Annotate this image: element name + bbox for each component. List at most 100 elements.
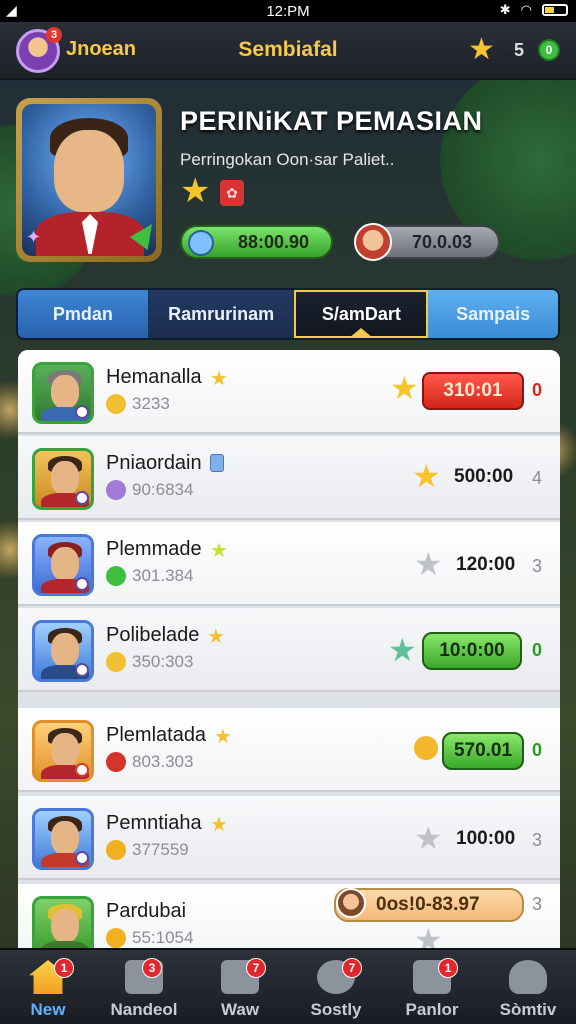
leaderboard-row[interactable]: Polibelade ★ 350:303 ★ 10:0:00 0 xyxy=(18,608,560,692)
shield-badge-icon: ✿ xyxy=(220,180,244,206)
avatar xyxy=(32,720,94,782)
rival-avatar xyxy=(336,888,366,918)
player-subscore: 803.303 xyxy=(132,752,194,771)
coin-icon[interactable]: 0 xyxy=(538,39,560,61)
signal-icon: ◢ xyxy=(6,2,17,18)
player-name: Hemanalla xyxy=(106,366,202,388)
rank-value: 3 xyxy=(532,894,543,914)
player-subscore: 301.384 xyxy=(132,566,194,585)
nav-label: Nandeol xyxy=(110,1000,178,1019)
leaderboard-row[interactable]: Hemanalla ★ 3233 ★ 310:01 0 xyxy=(18,350,560,434)
nav-badge: 1 xyxy=(438,958,458,978)
leaderboard-row[interactable]: Plemlatada ★ 803.303 570.01 0 xyxy=(18,708,560,792)
tab-ramrurinam[interactable]: Ramrurinam xyxy=(149,290,295,338)
tab-sampais[interactable]: Sampais xyxy=(428,290,558,338)
rank-value: 0 xyxy=(532,740,543,760)
rival-avatar xyxy=(354,223,392,261)
player-name: Pniaordain xyxy=(106,452,202,474)
wifi-icon: ◠ xyxy=(520,2,532,17)
player-name: Plemlatada xyxy=(106,724,207,746)
rank-value: 0 xyxy=(532,380,543,400)
player-name: Polibelade xyxy=(106,624,200,646)
player-name: Pemntiaha xyxy=(106,812,202,834)
nav-label: New xyxy=(30,1000,66,1019)
player-subscore: 350:303 xyxy=(132,652,194,671)
player-subscore: 55:1054 xyxy=(132,928,194,947)
leaderboard-row[interactable]: Pemntiaha ★ 377559 ★ 100:00 3 xyxy=(18,796,560,880)
score-value: 500:00 xyxy=(454,466,514,487)
avatar xyxy=(32,534,94,596)
nav-nandeol[interactable]: 3 Nandeol xyxy=(96,950,192,1024)
nav-label: Sòmtiv xyxy=(499,1000,557,1019)
shield-icon xyxy=(106,566,126,586)
star-icon: ★ xyxy=(388,632,417,668)
battery-icon xyxy=(542,4,568,16)
tab-bar: Pmdan Ramrurinam S/amDart Sampais xyxy=(16,288,560,340)
leaderboard-row[interactable]: Pniaordain 90:6834 ★ 500:00 4 xyxy=(18,436,560,520)
nav-badge: 7 xyxy=(342,958,362,978)
leaderboard-row[interactable]: Pardubai 55:1054 0os!0-83.97 ★ 3 xyxy=(18,884,560,948)
nav-sostly[interactable]: 7 Sostly xyxy=(288,950,384,1024)
star-icon: ★ xyxy=(180,172,211,210)
star-icon: ★ xyxy=(412,458,441,494)
nav-panlor[interactable]: 1 Panlor xyxy=(384,950,480,1024)
app-bar: 3 Jnoean Sembiafal ★ 5 0 xyxy=(0,22,576,80)
bluetooth-icon: ✱ xyxy=(499,2,511,17)
star-icon: ★ xyxy=(210,814,228,836)
profile-icon xyxy=(509,960,547,994)
primary-stat-value: 88:00.90 xyxy=(237,231,309,252)
star-icon: ★ xyxy=(210,368,228,390)
rank-value: 3 xyxy=(532,556,543,576)
secondary-stat-value: 70.0.03 xyxy=(411,231,472,252)
star-icon[interactable]: ★ xyxy=(468,35,495,65)
medal-icon xyxy=(106,752,126,772)
score-value: 120:00 xyxy=(456,554,516,575)
tab-samdart-active[interactable]: S/amDart xyxy=(294,290,429,338)
sparkle-icon: ✦ xyxy=(26,227,42,247)
coin-icon xyxy=(106,840,126,860)
star-outline-icon: ★ xyxy=(414,546,443,582)
rank-value: 3 xyxy=(532,830,543,850)
avatar xyxy=(32,448,94,510)
primary-stat-pill[interactable]: 88:00.90 xyxy=(180,225,333,259)
nav-new[interactable]: 1 New xyxy=(0,950,96,1024)
nav-waw[interactable]: 7 Waw xyxy=(192,950,288,1024)
player-subscore: 3233 xyxy=(132,394,170,413)
nav-label: Panlor xyxy=(405,1000,459,1019)
coin-icon xyxy=(106,652,126,672)
player-name: Pardubai xyxy=(106,900,187,922)
star-outline-icon: ★ xyxy=(414,922,443,948)
star-icon: ★ xyxy=(210,540,228,562)
status-bar: ◢ 12:PM ✱ ◠ xyxy=(0,0,576,22)
nav-label: Sostly xyxy=(310,1000,362,1019)
coin-icon xyxy=(414,736,438,760)
score-badge: 310:01 xyxy=(422,372,524,410)
nav-somtiv[interactable]: Sòmtiv xyxy=(480,950,576,1024)
rank-value: 4 xyxy=(532,468,543,488)
tab-pmdan[interactable]: Pmdan xyxy=(18,290,150,338)
avatar xyxy=(32,896,94,948)
nav-badge: 7 xyxy=(246,958,266,978)
hero-title: PERINiKAT PEMASIAN xyxy=(180,106,483,136)
score-badge: 570.01 xyxy=(442,732,524,770)
secondary-stat-pill[interactable]: 70.0.03 xyxy=(354,223,500,261)
avatar xyxy=(32,362,94,424)
nav-badge: 1 xyxy=(54,958,74,978)
star-icon: ★ xyxy=(214,726,232,748)
score-value: 100:00 xyxy=(456,828,516,849)
leaderboard-list: Hemanalla ★ 3233 ★ 310:01 0 Pniaordain 9… xyxy=(18,350,560,948)
hero-portrait[interactable]: ✦ xyxy=(16,98,162,262)
player-name: Plemmade xyxy=(106,538,202,560)
avatar xyxy=(32,808,94,870)
bottom-nav: 1 New 3 Nandeol 7 Waw 7 Sostly 1 Panlor … xyxy=(0,948,576,1024)
avatar xyxy=(32,620,94,682)
shield-icon xyxy=(210,454,224,472)
hero-subtitle: Perringokan Oon·sar Paliet.. xyxy=(180,150,395,169)
coin-icon xyxy=(106,394,126,414)
star-icon: ★ xyxy=(207,626,225,648)
nav-label: Waw xyxy=(220,1000,260,1019)
leaderboard-row[interactable]: Plemmade ★ 301.384 ★ 120:00 3 xyxy=(18,522,560,606)
gem-icon xyxy=(106,480,126,500)
coin-icon xyxy=(106,928,126,948)
star-outline-icon: ★ xyxy=(414,820,443,856)
